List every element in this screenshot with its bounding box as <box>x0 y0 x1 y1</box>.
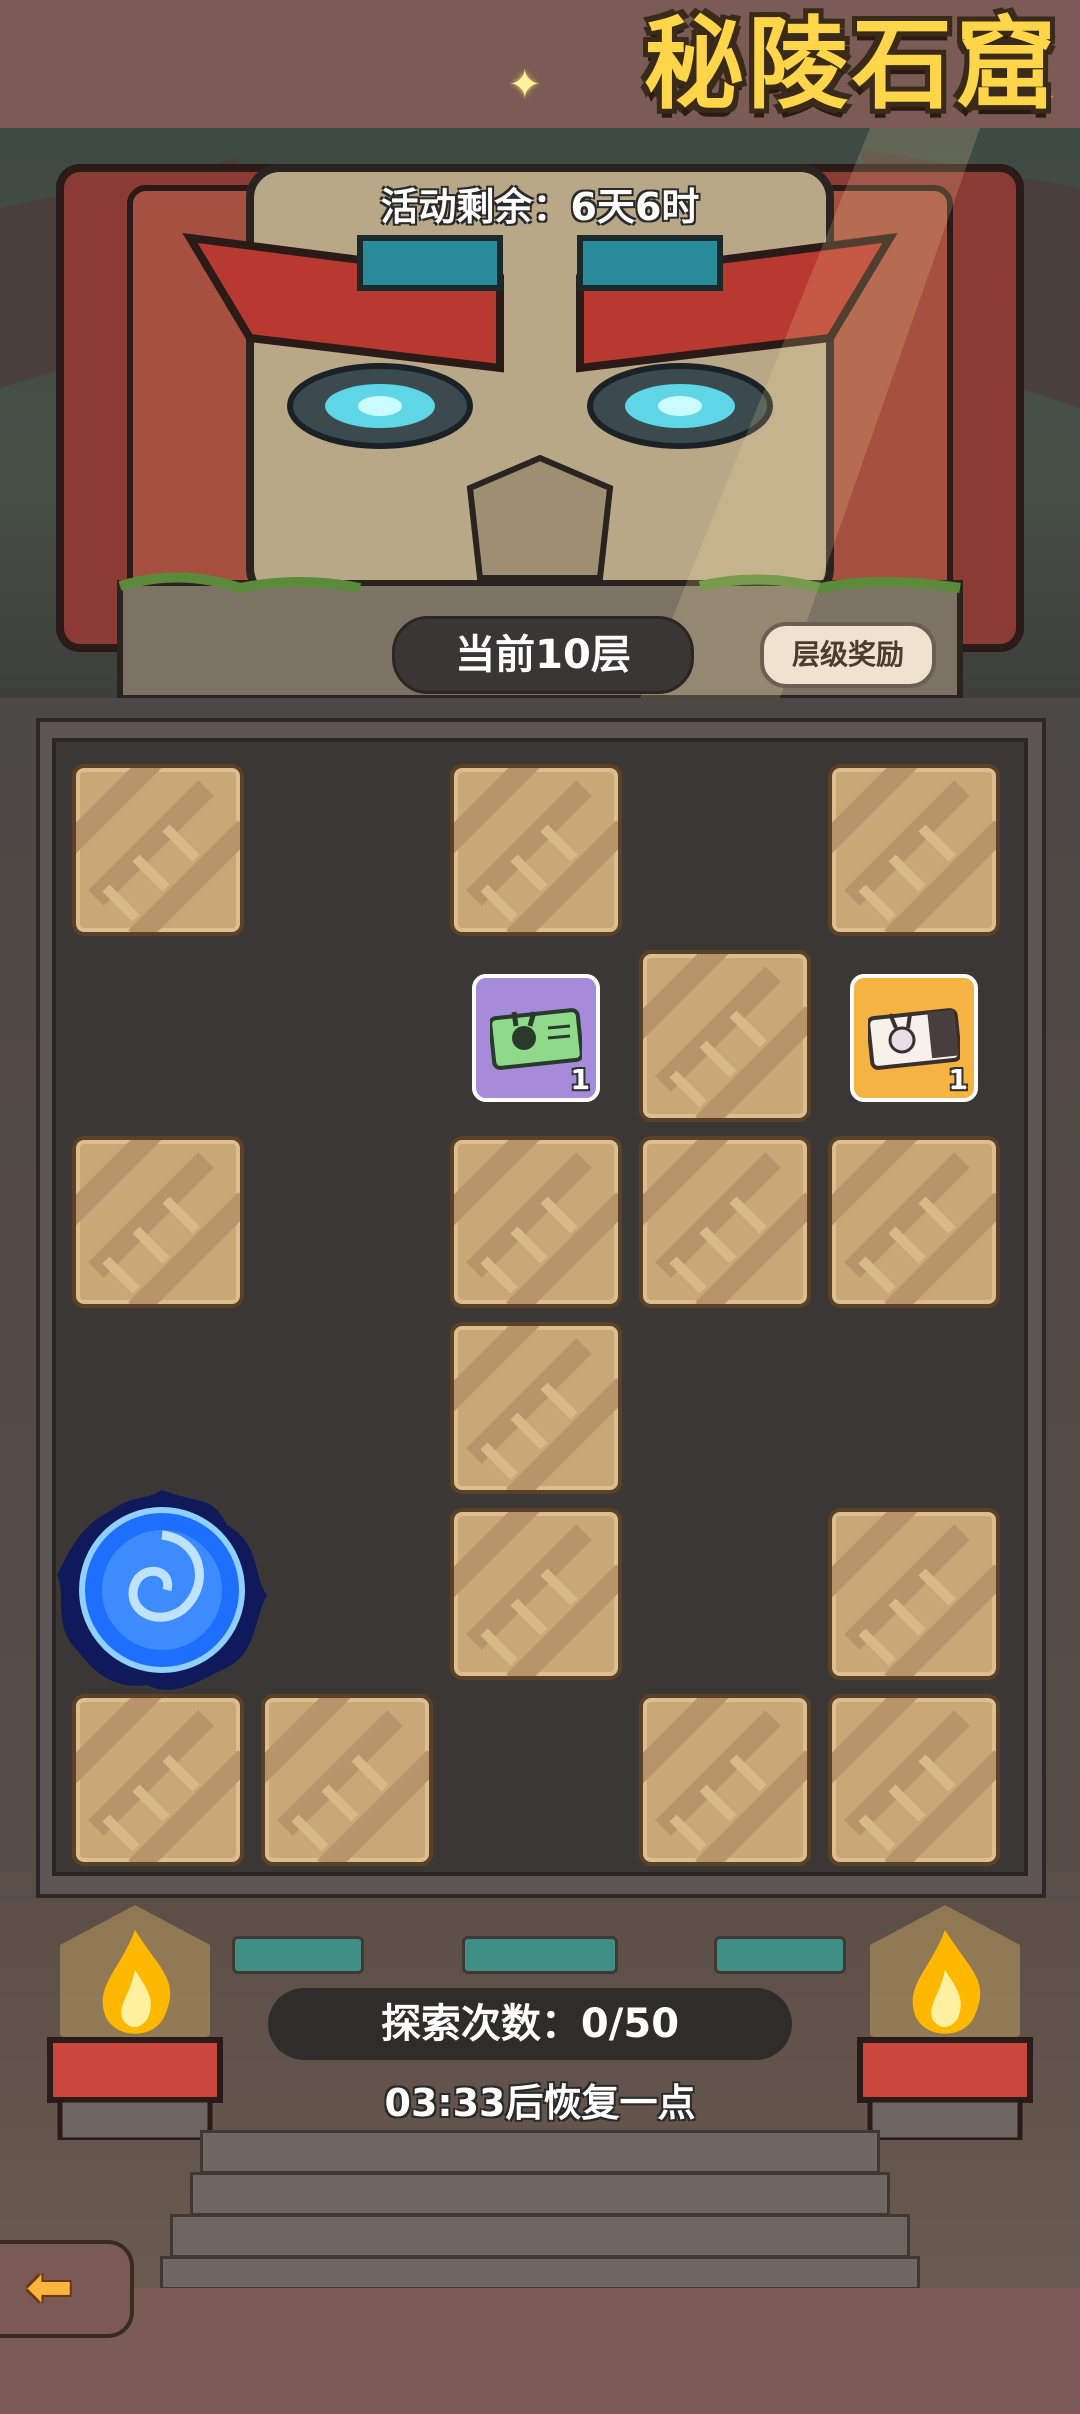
explore-counter: 探索次数：0/50 <box>268 1988 792 2060</box>
recover-timer: 03:33后恢复一点 <box>384 2081 696 2125</box>
unexplored-tile[interactable] <box>639 1694 811 1866</box>
tile-pattern-icon <box>454 1326 618 1490</box>
tile-pattern-icon <box>643 1698 807 1862</box>
unexplored-tile[interactable] <box>828 1694 1000 1866</box>
ledge-teal-right <box>714 1936 846 1974</box>
event-time-remaining: 活动剩余：6天6时 <box>380 185 700 229</box>
floor-reward-button[interactable]: 层级奖励 <box>760 622 936 688</box>
tile-pattern-icon <box>643 954 807 1118</box>
unexplored-tile[interactable] <box>72 1694 244 1866</box>
tile-pattern-icon <box>832 768 996 932</box>
sparkle-icon: ✦ <box>508 62 542 108</box>
unexplored-tile[interactable] <box>72 764 244 936</box>
tile-pattern-icon <box>832 1140 996 1304</box>
tile-pattern-icon <box>76 1140 240 1304</box>
tile-pattern-icon <box>76 1698 240 1862</box>
current-floor-label: 当前10层 <box>392 616 694 694</box>
unexplored-tile[interactable] <box>72 1136 244 1308</box>
back-arrow-icon: ⬅ <box>26 2255 73 2320</box>
temple-step <box>170 2214 910 2258</box>
board-item-rabbit-ticket-orange[interactable]: 1 <box>850 974 978 1102</box>
unexplored-tile[interactable] <box>639 950 811 1122</box>
unexplored-tile[interactable] <box>450 1322 622 1494</box>
ledge-teal-mid <box>462 1936 618 1974</box>
item-count: 1 <box>570 1063 590 1096</box>
tile-pattern-icon <box>832 1512 996 1676</box>
unexplored-tile[interactable] <box>639 1136 811 1308</box>
temple-step <box>190 2172 890 2216</box>
page-title: 秘陵石窟 <box>644 6 1060 123</box>
rabbit-ticket-icon <box>868 1008 960 1070</box>
tile-pattern-icon <box>454 1140 618 1304</box>
ledge-teal-left <box>232 1936 364 1974</box>
temple-step <box>160 2256 920 2290</box>
unexplored-tile[interactable] <box>261 1694 433 1866</box>
tile-pattern-icon <box>832 1698 996 1862</box>
item-count: 1 <box>948 1063 968 1096</box>
unexplored-tile[interactable] <box>450 1136 622 1308</box>
tile-pattern-icon <box>643 1140 807 1304</box>
back-button[interactable]: ⬅ <box>0 2240 134 2338</box>
tile-pattern-icon <box>76 768 240 932</box>
bottom-bar <box>0 2288 1080 2414</box>
green-rabbit-ticket-icon <box>490 1008 582 1070</box>
portal-icon[interactable] <box>52 1485 272 1695</box>
temple-step <box>200 2130 880 2174</box>
unexplored-tile[interactable] <box>828 764 1000 936</box>
tile-pattern-icon <box>454 768 618 932</box>
tile-pattern-icon <box>265 1698 429 1862</box>
unexplored-tile[interactable] <box>828 1136 1000 1308</box>
unexplored-tile[interactable] <box>450 1508 622 1680</box>
tile-pattern-icon <box>454 1512 618 1676</box>
unexplored-tile[interactable] <box>450 764 622 936</box>
unexplored-tile[interactable] <box>828 1508 1000 1680</box>
board-item-green-rabbit-ticket[interactable]: 1 <box>472 974 600 1102</box>
